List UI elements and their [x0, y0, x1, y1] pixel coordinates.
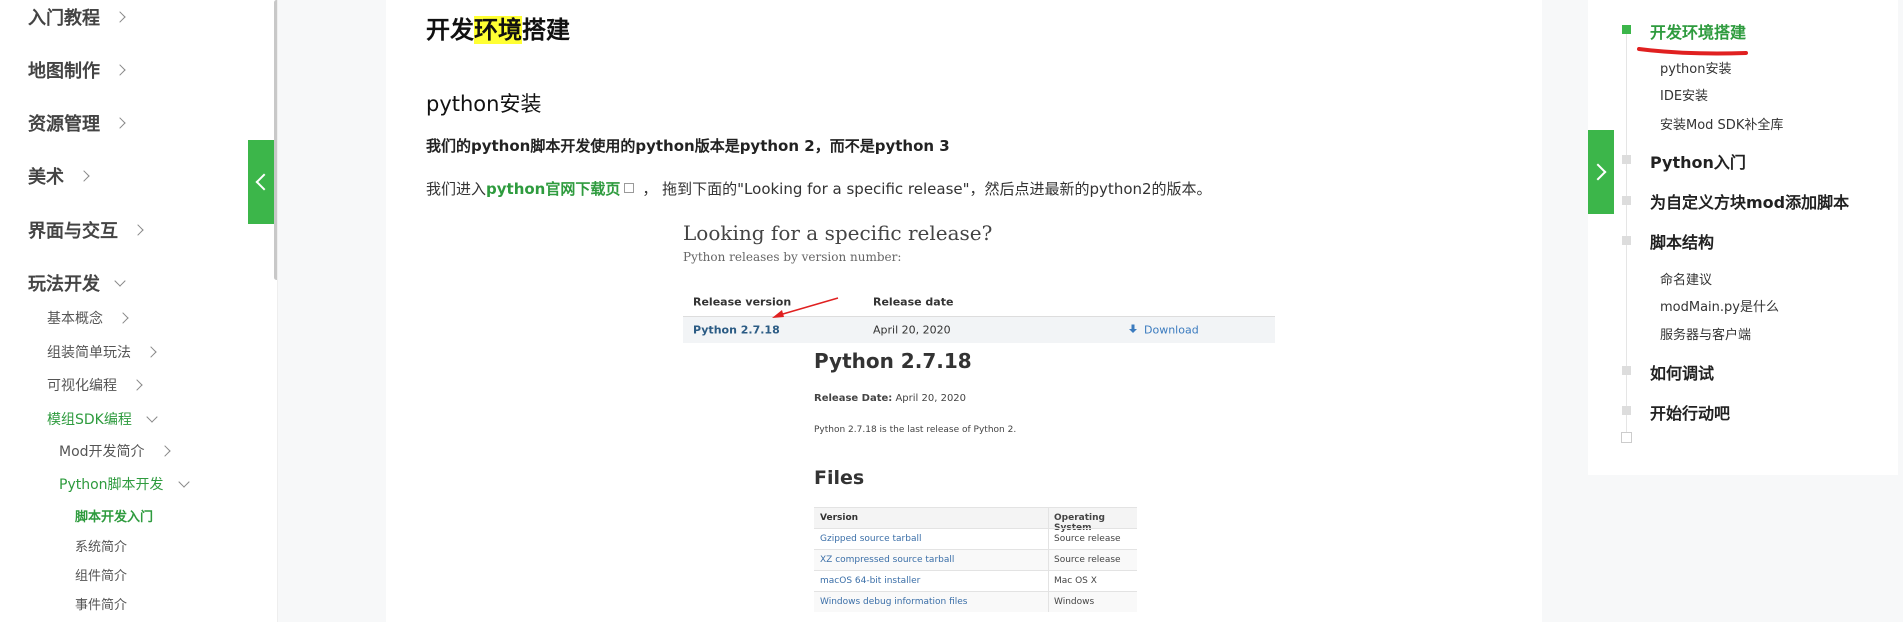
sidebar-item-art[interactable]: 美术	[28, 163, 90, 189]
toc-sub-sdk-install[interactable]: 安装Mod SDK补全库	[1660, 114, 1783, 133]
toc-item-get-started[interactable]: 开始行动吧	[1650, 400, 1730, 424]
sidebar-item-event-intro[interactable]: 事件简介	[75, 594, 127, 613]
sidebar-item-script-intro[interactable]: 脚本开发入门	[75, 506, 153, 525]
page-title: 开发环境搭建	[426, 16, 570, 44]
article-content: 开发环境搭建 python安装 我们的python脚本开发使用的python版本…	[386, 0, 1542, 622]
chevron-right-icon	[114, 117, 126, 129]
annotation-arrow-icon	[772, 297, 839, 318]
sidebar-item-ui-interaction[interactable]: 界面与交互	[28, 217, 144, 243]
toc-sub-naming[interactable]: 命名建议	[1660, 269, 1712, 288]
version-note: 我们的python脚本开发使用的python版本是python 2，而不是pyt…	[426, 137, 950, 155]
toc-item-script-structure[interactable]: 脚本结构	[1650, 229, 1714, 253]
sidebar-item-basic-concepts[interactable]: 基本概念	[47, 308, 129, 328]
chevron-right-icon	[114, 11, 126, 23]
toc-sub-modmain[interactable]: modMain.py是什么	[1660, 296, 1779, 315]
sidebar-item-system-intro[interactable]: 系统简介	[75, 536, 127, 555]
sidebar-item-component-intro[interactable]: 组件简介	[75, 565, 127, 584]
left-sidebar: 入门教程 地图制作 资源管理 美术 界面与交互 玩法开发 基本概念 组装简单玩法…	[0, 0, 278, 622]
chevron-right-icon	[132, 224, 144, 236]
chevron-left-icon	[255, 173, 273, 191]
python-download-link[interactable]: python官网下载页	[486, 180, 620, 198]
annotation-underline-icon	[1637, 47, 1748, 56]
section-title: python安装	[426, 92, 542, 116]
collapse-sidebar-button[interactable]	[248, 140, 274, 224]
chevron-right-icon	[117, 312, 129, 324]
toc-item-env-setup[interactable]: 开发环境搭建	[1650, 19, 1746, 43]
sidebar-item-map-making[interactable]: 地图制作	[28, 57, 126, 83]
sidebar-item-python-dev[interactable]: Python脚本开发	[59, 474, 190, 494]
instruction-paragraph: 我们进入python官网下载页， 拖到下面的"Looking for a spe…	[426, 180, 1212, 198]
files-table: Version Operating System Gzipped source t…	[814, 507, 1137, 612]
chevron-right-icon	[131, 379, 143, 391]
chevron-down-icon	[146, 411, 158, 423]
chevron-right-icon	[114, 64, 126, 76]
toc-item-python-intro[interactable]: Python入门	[1650, 149, 1746, 173]
external-link-icon	[624, 183, 635, 193]
chevron-right-icon	[78, 170, 90, 182]
table-row: Python 2.7.18 April 20, 2020 Download	[683, 317, 1275, 343]
download-icon	[1129, 324, 1137, 333]
sidebar-item-gameplay-dev[interactable]: 玩法开发	[28, 270, 126, 296]
chevron-right-icon	[145, 346, 157, 358]
sidebar-scrollbar[interactable]	[274, 0, 277, 280]
toc-sub-ide-install[interactable]: IDE安装	[1660, 85, 1708, 104]
chevron-down-icon	[114, 275, 126, 287]
screenshot-release-page: Python 2.7.18 Release Date: April 20, 20…	[800, 343, 1137, 622]
sidebar-item-visual-programming[interactable]: 可视化编程	[47, 375, 143, 395]
table-row: Windows debug information files Windows	[814, 591, 1137, 612]
chevron-right-icon	[1589, 163, 1607, 181]
sidebar-item-mod-sdk[interactable]: 模组SDK编程	[47, 409, 158, 429]
toc-item-debugging[interactable]: 如何调试	[1650, 360, 1714, 384]
table-row: Gzipped source tarball Source release	[814, 528, 1137, 549]
sidebar-item-simple-gameplay[interactable]: 组装简单玩法	[47, 342, 157, 362]
sidebar-item-getting-started[interactable]: 入门教程	[28, 4, 126, 30]
collapse-toc-button[interactable]	[1588, 130, 1614, 214]
highlighted-text: 环境	[474, 16, 522, 44]
sidebar-item-mod-intro[interactable]: Mod开发简介	[59, 441, 171, 461]
toc-sub-python-install[interactable]: python安装	[1660, 58, 1731, 77]
table-row: XZ compressed source tarball Source relea…	[814, 549, 1137, 570]
toc-sub-server-client[interactable]: 服务器与客户端	[1660, 324, 1751, 343]
sidebar-item-resources[interactable]: 资源管理	[28, 110, 126, 136]
screenshot-release-list: Looking for a specific release? Python r…	[653, 217, 1275, 343]
chevron-right-icon	[158, 445, 171, 457]
chevron-down-icon	[177, 476, 190, 488]
table-row: macOS 64-bit installer Mac OS X	[814, 570, 1137, 591]
table-of-contents: 开发环境搭建 python安装 IDE安装 安装Mod SDK补全库 Pytho…	[1588, 0, 1898, 475]
toc-item-custom-block-script[interactable]: 为自定义方块mod添加脚本	[1650, 189, 1849, 213]
